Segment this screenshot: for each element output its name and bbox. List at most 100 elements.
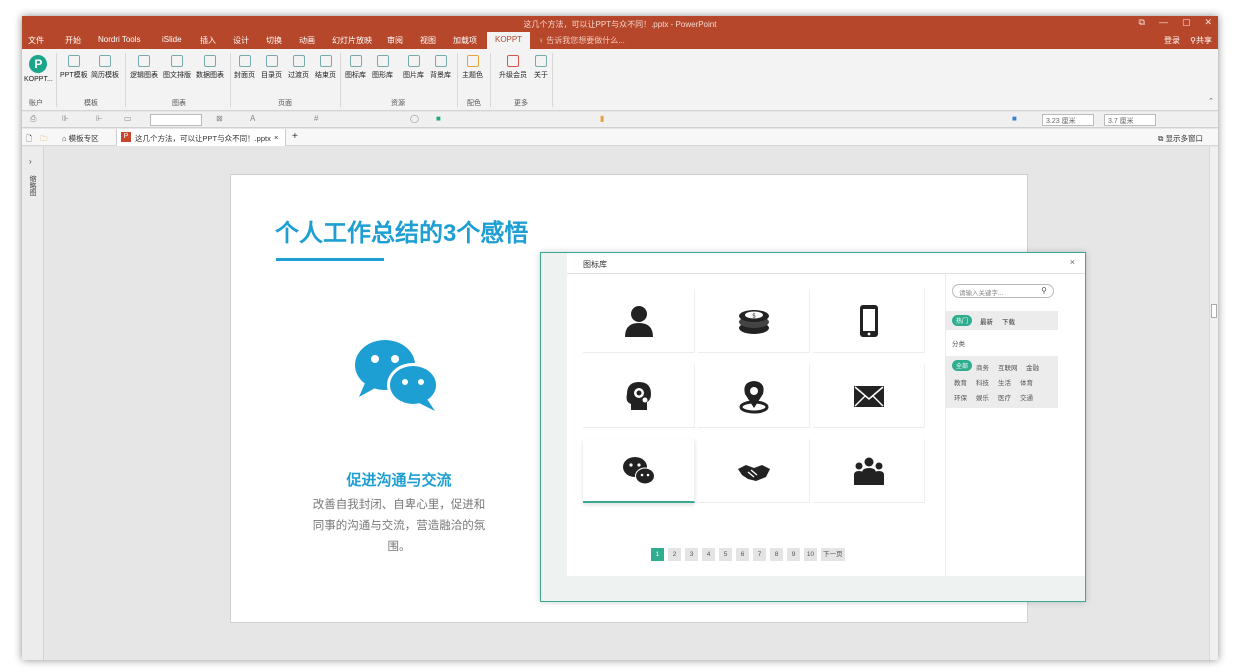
tab-slideshow[interactable]: 幻灯片放映	[332, 35, 372, 46]
color-square-icon[interactable]: ■	[1012, 114, 1017, 123]
next-page-button[interactable]: 下一页	[821, 548, 845, 561]
close-dialog-button[interactable]: ×	[1070, 257, 1075, 267]
background-library-button[interactable]: 背景库	[430, 55, 451, 80]
category-medical[interactable]: 医疗	[998, 392, 1011, 402]
page-button-4[interactable]: 4	[702, 548, 715, 561]
sign-in-link[interactable]: 登录	[1164, 35, 1180, 46]
koppt-account-button[interactable]: P KOPPT...	[24, 55, 53, 83]
search-icon[interactable]: ⚲	[1041, 286, 1047, 295]
distribute-icon[interactable]: ⊩	[96, 114, 103, 123]
subheading[interactable]: 促进沟通与交流	[311, 469, 487, 490]
tab-home[interactable]: 开始	[65, 35, 81, 46]
category-environment[interactable]: 环保	[954, 392, 967, 402]
icon-cell-location[interactable]	[698, 364, 810, 428]
body-text[interactable]: 改善自我封闭、自卑心里，促进和同事的沟通与交流，营造融洽的氛围。	[311, 495, 487, 558]
resume-template-button[interactable]: 简历模板	[91, 55, 119, 80]
icon-cell-wechat[interactable]	[583, 439, 695, 503]
about-button[interactable]: 关于	[534, 55, 548, 80]
tab-koppt[interactable]: KOPPT	[487, 32, 531, 49]
tab-view[interactable]: 视图	[420, 35, 436, 46]
align-icon[interactable]: ⊪	[62, 114, 69, 123]
maximize-button[interactable]: ▢	[1182, 17, 1191, 28]
document-tab[interactable]: P 这几个方法，可以让PPT与众不同！.pptx ×	[116, 129, 286, 146]
hash-icon[interactable]: #	[314, 114, 318, 123]
filter-latest[interactable]: 最新	[980, 316, 993, 326]
font-select[interactable]	[150, 114, 202, 126]
expand-pane-icon[interactable]: ›	[29, 157, 32, 166]
chart-color-icon[interactable]: ▮	[600, 114, 604, 123]
tab-transitions[interactable]: 切换	[266, 35, 282, 46]
theme-color-button[interactable]: 主题色	[462, 55, 483, 80]
minimize-button[interactable]: —	[1159, 17, 1168, 28]
category-all[interactable]: 全部	[952, 360, 973, 371]
scrollbar-thumb[interactable]	[1211, 304, 1217, 318]
page-button-10[interactable]: 10	[804, 548, 817, 561]
textbox-icon[interactable]: ▭	[124, 114, 132, 123]
show-multi-window-button[interactable]: ⧉ 显示多窗口	[1158, 133, 1203, 144]
icon-search-input[interactable]: 请输入关键字... ⚲	[952, 284, 1054, 298]
category-transport[interactable]: 交通	[1020, 392, 1033, 402]
thumbnail-label[interactable]: 缩略图	[27, 175, 37, 196]
filter-download[interactable]: 下载	[1002, 316, 1015, 326]
page-button-5[interactable]: 5	[719, 548, 732, 561]
page-button-1[interactable]: 1	[651, 548, 664, 561]
upgrade-member-button[interactable]: 升级会员	[499, 55, 527, 80]
close-tab-icon[interactable]: ×	[274, 133, 278, 142]
tab-design[interactable]: 设计	[233, 35, 249, 46]
print-icon[interactable]: ⎙	[30, 114, 36, 124]
category-entertainment[interactable]: 娱乐	[976, 392, 989, 402]
icon-cell-mobile[interactable]	[813, 289, 925, 353]
icon-cell-group[interactable]	[813, 439, 925, 503]
template-zone-tab[interactable]: ⌂ 模板专区	[62, 133, 99, 144]
fill-color-icon[interactable]: ■	[436, 114, 441, 123]
icon-library-button[interactable]: 图标库	[345, 55, 366, 80]
icon-cell-handshake[interactable]	[698, 439, 810, 503]
folder-icon[interactable]: 🗀	[40, 133, 48, 146]
ribbon-display-options-button[interactable]: ⧉	[1139, 17, 1145, 28]
shape-width-input[interactable]: 3.23 厘米	[1042, 114, 1094, 126]
end-page-button[interactable]: 结束页	[315, 55, 336, 80]
share-button[interactable]: ⚲共享	[1190, 35, 1212, 46]
category-education[interactable]: 教育	[954, 377, 967, 387]
page-button-7[interactable]: 7	[753, 548, 766, 561]
new-file-icon[interactable]: 🗋	[26, 133, 32, 146]
icon-cell-brain[interactable]	[583, 364, 695, 428]
tell-me-search[interactable]: ♀ 告诉我您想要做什么...	[538, 35, 625, 46]
page-button-3[interactable]: 3	[685, 548, 698, 561]
tab-review[interactable]: 审阅	[387, 35, 403, 46]
slide-title[interactable]: 个人工作总结的3个感悟	[275, 213, 528, 248]
new-tab-icon[interactable]: +	[292, 131, 298, 142]
data-chart-button[interactable]: 数据图表	[196, 55, 224, 80]
crop-icon[interactable]: ⊠	[216, 114, 223, 123]
filter-hot[interactable]: 热门	[952, 315, 973, 326]
icon-cell-envelope[interactable]	[813, 364, 925, 428]
category-finance[interactable]: 金融	[1026, 362, 1039, 372]
category-technology[interactable]: 科技	[976, 377, 989, 387]
wechat-icon[interactable]	[347, 335, 447, 415]
shape-library-button[interactable]: 图形库	[372, 55, 393, 80]
shape-height-input[interactable]: 3.7 厘米	[1104, 114, 1156, 126]
category-sports[interactable]: 体育	[1020, 377, 1033, 387]
page-button-9[interactable]: 9	[787, 548, 800, 561]
transition-page-button[interactable]: 过渡页	[288, 55, 309, 80]
close-window-button[interactable]: ✕	[1204, 17, 1212, 28]
category-life[interactable]: 生活	[998, 377, 1011, 387]
image-library-button[interactable]: 图片库	[403, 55, 424, 80]
category-business[interactable]: 商务	[976, 362, 989, 372]
tab-insert[interactable]: 插入	[200, 35, 216, 46]
tab-nordri-tools[interactable]: Nordri Tools	[98, 35, 141, 44]
category-internet[interactable]: 互联网	[998, 362, 1018, 372]
tab-animations[interactable]: 动画	[299, 35, 315, 46]
tab-file[interactable]: 文件	[28, 35, 44, 46]
icon-cell-user[interactable]	[583, 289, 695, 353]
ppt-template-button[interactable]: PPT模板	[60, 55, 88, 80]
cover-page-button[interactable]: 封面页	[234, 55, 255, 80]
font-color-icon[interactable]: A	[250, 114, 255, 123]
page-button-2[interactable]: 2	[668, 548, 681, 561]
vertical-scrollbar[interactable]	[1209, 147, 1218, 660]
image-text-layout-button[interactable]: 图文排版	[163, 55, 191, 80]
page-button-6[interactable]: 6	[736, 548, 749, 561]
logic-chart-button[interactable]: 逻辑图表	[130, 55, 158, 80]
toc-page-button[interactable]: 目录页	[261, 55, 282, 80]
page-button-8[interactable]: 8	[770, 548, 783, 561]
